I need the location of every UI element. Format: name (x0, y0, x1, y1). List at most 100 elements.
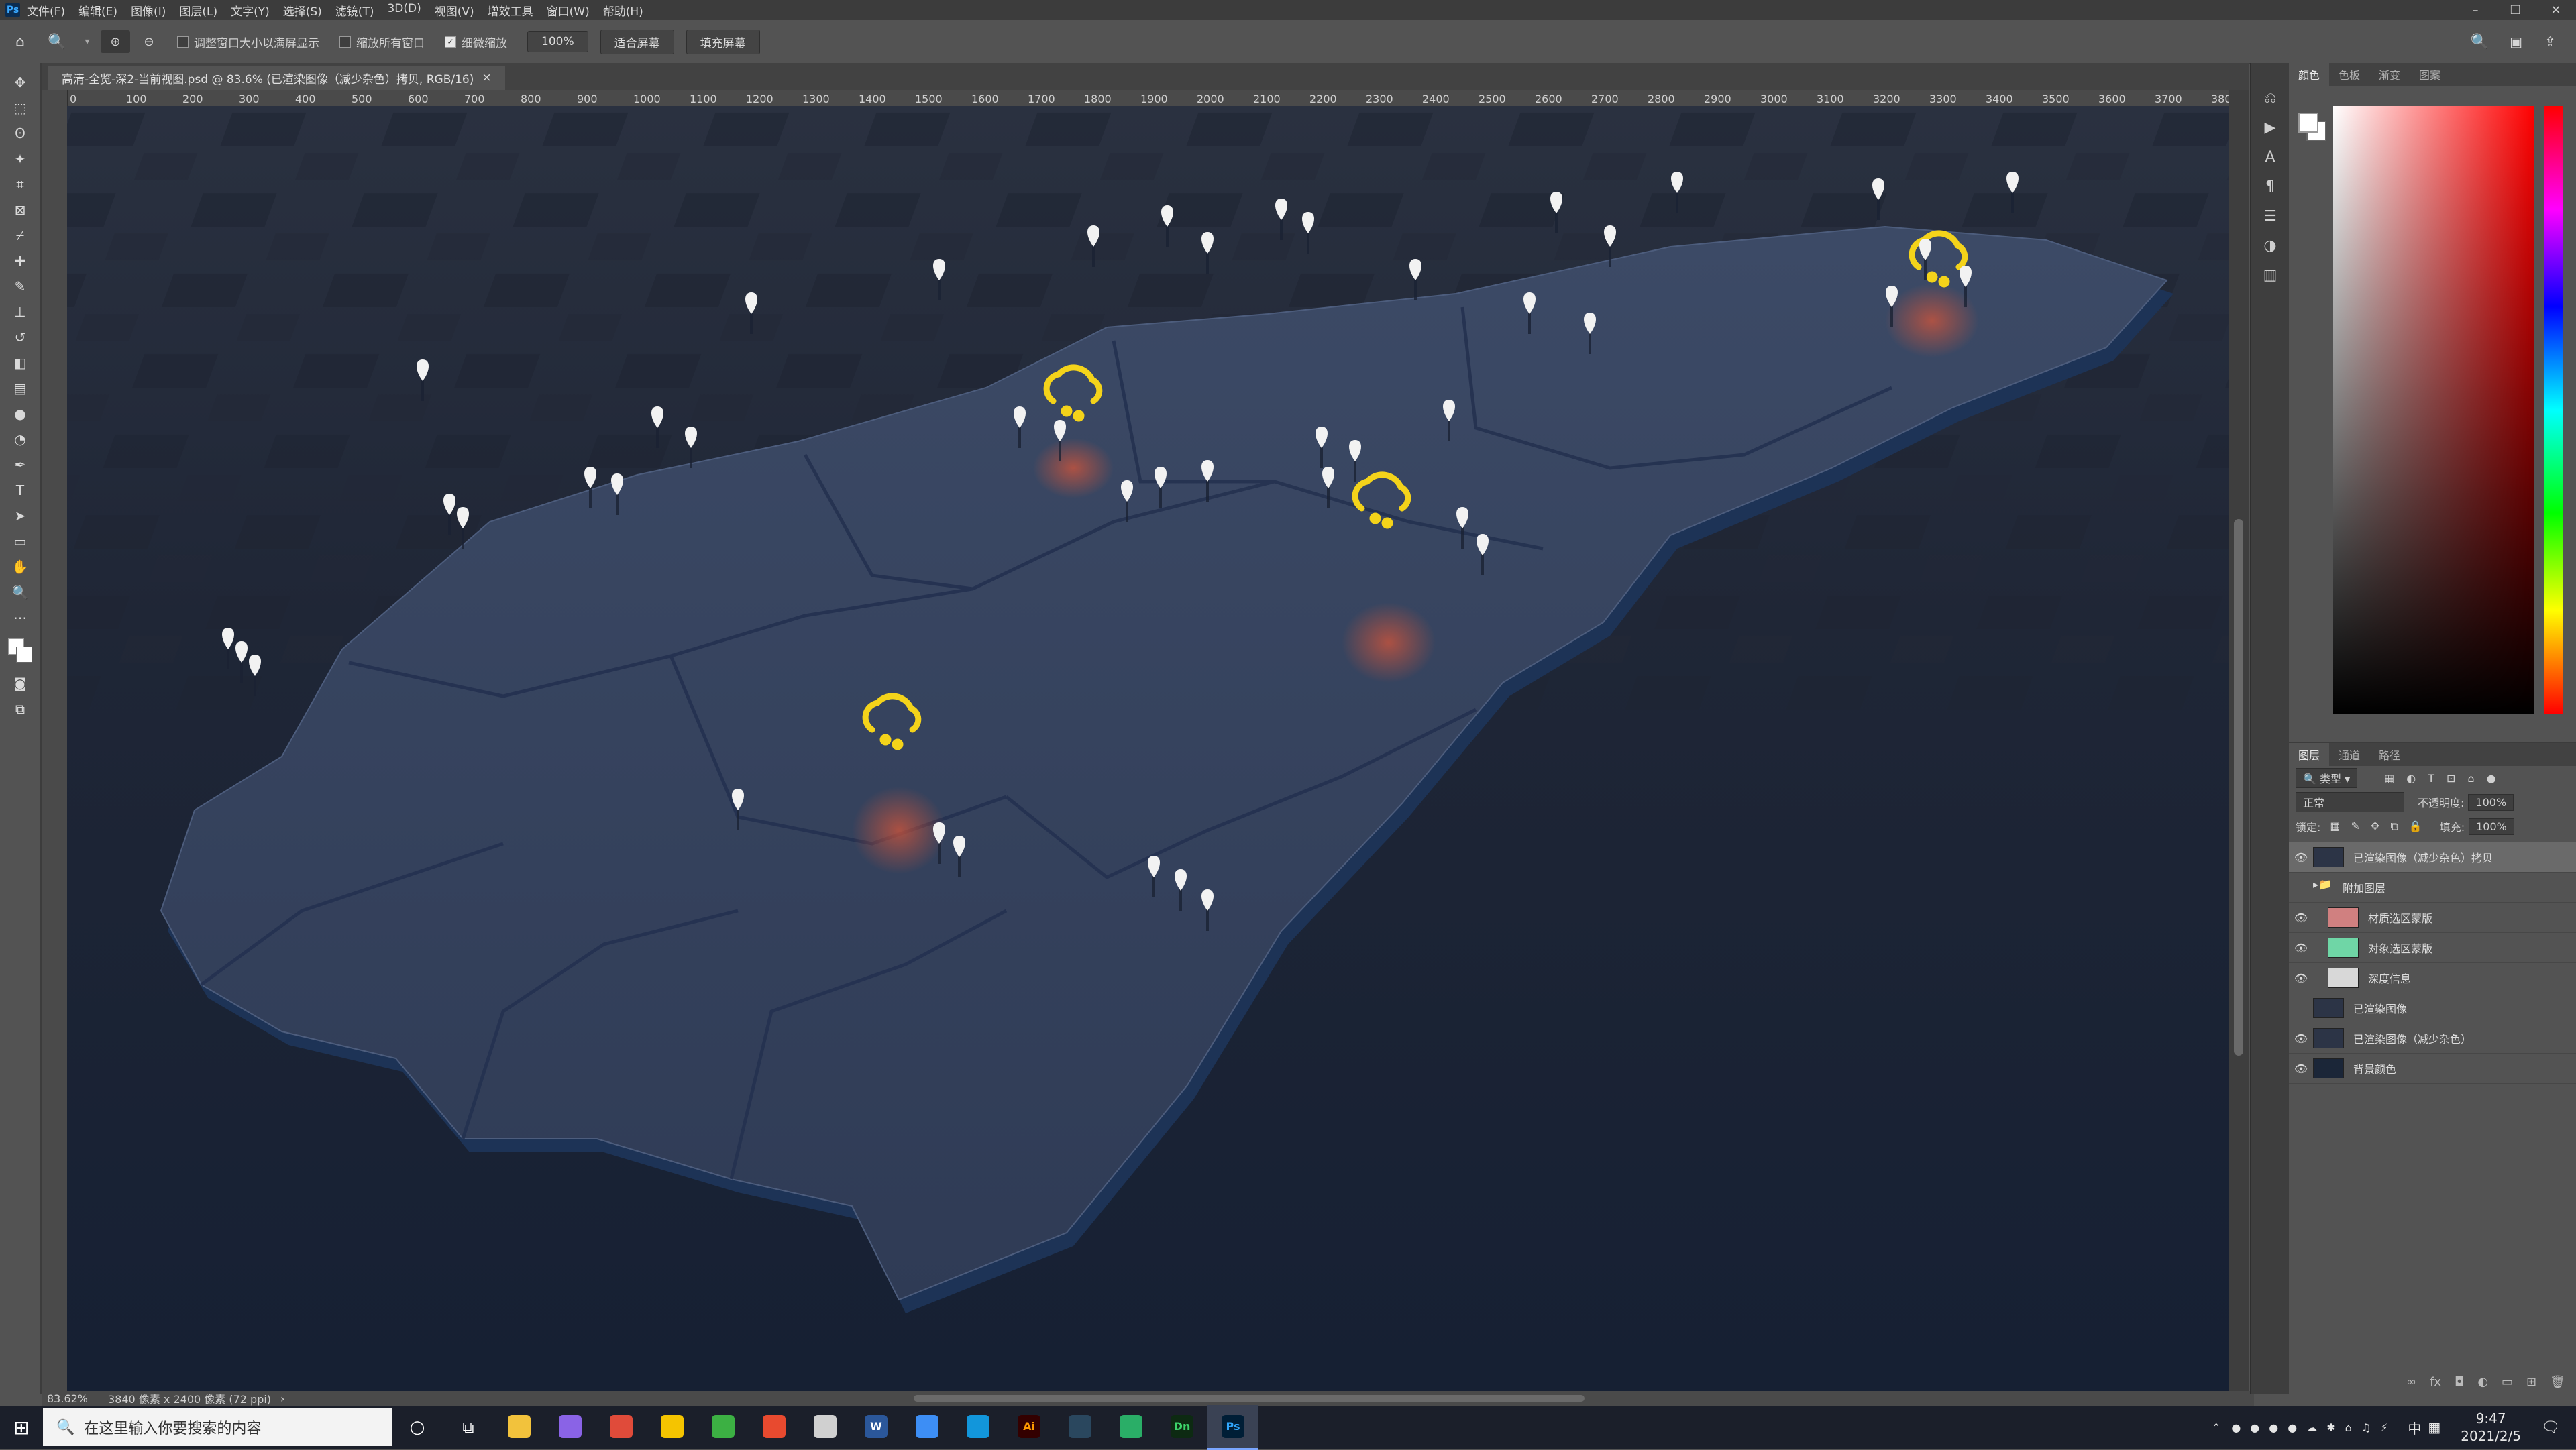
memo-icon[interactable] (902, 1405, 953, 1448)
lock-icons[interactable]: ▦✎✥⧉🔒 (2330, 820, 2432, 833)
illustrator-icon[interactable]: Ai (1004, 1405, 1055, 1448)
visibility-eye-icon[interactable]: 👁 (2289, 911, 2313, 924)
menu-item[interactable]: 选择(S) (283, 2, 322, 19)
frame-tool-icon[interactable]: ⊠ (0, 197, 40, 223)
resize-windows-checkbox[interactable]: 调整窗口大小以满屏显示 (177, 34, 319, 50)
layer-row[interactable]: ▸📁 附加图层 (2289, 873, 2576, 903)
character-icon[interactable]: A (2251, 142, 2289, 172)
close-window-icon[interactable]: ✕ (2536, 0, 2576, 20)
layer-row[interactable]: 👁 对象选区蒙版 (2289, 933, 2576, 963)
steam-icon[interactable] (1055, 1405, 1106, 1448)
fit-screen-button[interactable]: 适合屏幕 (600, 29, 674, 54)
panel-tab[interactable]: 图层 (2289, 743, 2330, 766)
cortana-icon[interactable]: ○ (392, 1406, 443, 1449)
keyboard-icon[interactable]: ▦ (2428, 1419, 2440, 1435)
menu-item[interactable]: 文字(Y) (231, 2, 270, 19)
menu-item[interactable]: 窗口(W) (547, 2, 590, 19)
notes-icon[interactable] (647, 1405, 698, 1448)
task-view-icon[interactable]: ⧉ (443, 1406, 494, 1449)
stamp-tool-icon[interactable]: ⊥ (0, 299, 40, 325)
photoshop-icon[interactable]: Ps (1208, 1404, 1258, 1450)
vertical-scrollbar[interactable] (2229, 90, 2249, 1391)
type-tool-icon[interactable]: T (0, 478, 40, 503)
history-brush-tool-icon[interactable]: ↺ (0, 325, 40, 350)
paragraph-icon[interactable]: ¶ (2251, 172, 2289, 201)
layer-footer-icon[interactable]: fx (2430, 1375, 2441, 1389)
taskbar-search-box[interactable]: 🔍 在这里输入你要搜索的内容 (43, 1408, 392, 1446)
more-tools-icon[interactable]: ⋯ (0, 605, 40, 630)
foreground-color-swatch[interactable] (2298, 113, 2318, 133)
layer-footer-icon[interactable]: ◐ (2477, 1375, 2488, 1389)
notification-icon[interactable]: 🗨 (2541, 1419, 2560, 1436)
panel-tab[interactable]: 色板 (2329, 63, 2369, 86)
tray-chevron-icon[interactable]: ⌃ (2212, 1421, 2220, 1434)
visibility-eye-icon[interactable]: 👁 (2289, 1062, 2313, 1075)
styles-icon[interactable]: ◑ (2251, 231, 2289, 260)
menu-item[interactable]: 图像(I) (131, 2, 166, 19)
menu-item[interactable]: 文件(F) (27, 2, 65, 19)
rectangle-tool-icon[interactable]: ▭ (0, 528, 40, 554)
zoom-tool-icon[interactable]: 🔍 (0, 579, 40, 605)
panel-tab[interactable]: 渐变 (2369, 63, 2410, 86)
dimension-icon[interactable]: Dn (1157, 1405, 1208, 1448)
blur-tool-icon[interactable]: ● (0, 401, 40, 427)
path-selection-tool-icon[interactable]: ➤ (0, 503, 40, 528)
fill-screen-button[interactable]: 填充屏幕 (686, 29, 760, 54)
avatar-icon[interactable] (800, 1405, 851, 1448)
qq-icon[interactable] (953, 1405, 1004, 1448)
layer-row[interactable]: 👁 背景颜色 (2289, 1054, 2576, 1084)
menu-item[interactable]: 滤镜(T) (335, 2, 374, 19)
panel-tab[interactable]: 通道 (2329, 743, 2369, 766)
zoom-all-windows-checkbox[interactable]: 缩放所有窗口 (339, 34, 425, 50)
minimize-icon[interactable]: – (2455, 0, 2496, 20)
dodge-tool-icon[interactable]: ◔ (0, 427, 40, 452)
gradient-tool-icon[interactable]: ▤ (0, 376, 40, 401)
scroll-thumb[interactable] (2234, 519, 2243, 1056)
visibility-eye-icon[interactable]: 👁 (2289, 851, 2313, 864)
move-tool-icon[interactable]: ✥ (0, 70, 40, 95)
blend-mode-select[interactable]: 正常 (2296, 792, 2404, 812)
layer-footer-icon[interactable]: 🗑 (2550, 1375, 2565, 1389)
zoom-level[interactable]: 83.62% (47, 1392, 88, 1405)
clock[interactable]: 9:47 2021/2/5 (2461, 1410, 2521, 1445)
panel-tab[interactable]: 图案 (2410, 63, 2450, 86)
menu-item[interactable]: 增效工具 (488, 2, 533, 19)
visibility-eye-icon[interactable]: 👁 (2289, 942, 2313, 954)
brush-tool-icon[interactable]: ✎ (0, 274, 40, 299)
color-swatches-icon[interactable] (0, 630, 40, 671)
lasso-tool-icon[interactable]: ʘ (0, 121, 40, 146)
fill-field[interactable]: 100% (2469, 818, 2514, 835)
layer-filter-icons[interactable]: ▦◐T⊡⌂● (2384, 772, 2508, 785)
photoshop-logo-icon[interactable]: Ps (5, 3, 20, 17)
marquee-tool-icon[interactable]: ⬚ (0, 95, 40, 121)
visibility-eye-icon[interactable]: 👁 (2289, 972, 2313, 985)
layer-row[interactable]: 已渲染图像 (2289, 993, 2576, 1023)
workspace-icon[interactable]: ▣ (2510, 34, 2522, 50)
status-menu-icon[interactable]: › (280, 1392, 284, 1405)
screen-mode-icon[interactable]: ⧉ (0, 696, 40, 722)
eraser-tool-icon[interactable]: ◧ (0, 350, 40, 376)
zoom-value-field[interactable]: 100% (527, 31, 588, 52)
xmind-icon[interactable] (749, 1405, 800, 1448)
crop-tool-icon[interactable]: ⌗ (0, 172, 40, 197)
zoom-in-icon[interactable]: ⊕ (101, 30, 130, 53)
zoom-tool-icon[interactable]: 🔍 (40, 34, 74, 50)
layer-row[interactable]: 👁 已渲染图像（减少杂色）拷贝 (2289, 842, 2576, 873)
wechat-icon[interactable] (1106, 1405, 1157, 1448)
adjustments-icon[interactable]: ☰ (2251, 201, 2289, 231)
menu-item[interactable]: 图层(L) (179, 2, 217, 19)
pen-tool-icon[interactable]: ✒ (0, 452, 40, 478)
layer-footer-icon[interactable]: ∞ (2406, 1375, 2416, 1389)
close-tab-icon[interactable]: × (482, 71, 491, 85)
explorer-icon[interactable] (494, 1405, 545, 1448)
layer-footer-icon[interactable]: ▭ (2502, 1375, 2513, 1389)
layer-footer-icon[interactable]: ◘ (2455, 1375, 2464, 1389)
panel-tab[interactable]: 路径 (2369, 743, 2410, 766)
layer-filter-select[interactable]: 🔍 类型 ▾ (2296, 768, 2358, 788)
hand-tool-icon[interactable]: ✋ (0, 554, 40, 579)
menu-item[interactable]: 编辑(E) (78, 2, 117, 19)
menu-item[interactable]: 视图(V) (435, 2, 474, 19)
properties-icon[interactable]: ▥ (2251, 260, 2289, 290)
play-actions-icon[interactable]: ▶ (2251, 113, 2289, 142)
tray-icons[interactable]: ●●●●☁✱⌂♫⚡ (2231, 1421, 2397, 1434)
